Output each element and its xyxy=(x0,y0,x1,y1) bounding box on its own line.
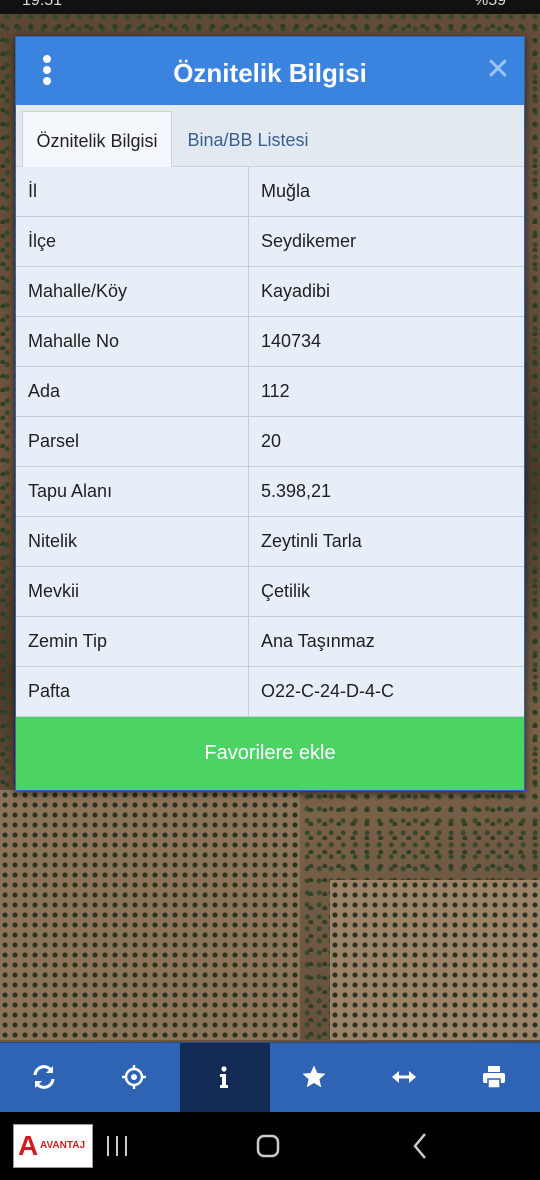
table-row: Mahalle No 140734 xyxy=(16,317,524,367)
attribute-value: Kayadibi xyxy=(261,281,331,301)
table-row: Mevkii Çetilik xyxy=(16,567,524,617)
tab-bar: Öznitelik Bilgisi Bina/BB Listesi xyxy=(16,105,524,167)
attribute-value: 112 xyxy=(261,381,290,401)
attribute-key: Pafta xyxy=(28,681,71,701)
tab-attribute-info[interactable]: Öznitelik Bilgisi xyxy=(22,111,172,167)
attribute-key: Mahalle/Köy xyxy=(28,281,128,301)
home-button[interactable] xyxy=(238,1126,298,1166)
map-field xyxy=(330,880,540,1040)
back-icon xyxy=(413,1133,426,1159)
recent-apps-icon xyxy=(107,1136,127,1156)
table-row: Parsel 20 xyxy=(16,417,524,467)
battery-level: %59 xyxy=(473,0,506,9)
attribute-key: Parsel xyxy=(28,431,80,451)
attribute-key: Nitelik xyxy=(28,531,78,551)
attribute-key: Mevkii xyxy=(28,581,80,601)
table-row: İl Muğla xyxy=(16,167,524,217)
column-divider xyxy=(248,517,249,566)
dialog-title: Öznitelik Bilgisi xyxy=(173,58,367,88)
print-button[interactable] xyxy=(450,1043,540,1113)
attribute-value: Muğla xyxy=(261,181,311,201)
column-divider xyxy=(248,617,249,666)
status-bar: 19:51 %59 xyxy=(0,0,540,14)
avantaj-logo: A AVANTAJ xyxy=(13,1124,93,1168)
add-favorite-button[interactable]: Favorilere ekle xyxy=(16,717,524,790)
system-nav-bar: A AVANTAJ xyxy=(0,1112,540,1180)
logo-mark: A xyxy=(18,1130,39,1161)
status-time: 19:51 xyxy=(22,0,63,9)
locate-button[interactable] xyxy=(90,1043,180,1113)
column-divider xyxy=(248,167,249,216)
measure-icon xyxy=(392,1071,416,1083)
column-divider xyxy=(248,217,249,266)
attribute-key: İl xyxy=(28,181,37,201)
locate-icon xyxy=(122,1065,146,1089)
column-divider xyxy=(248,667,249,716)
column-divider xyxy=(248,467,249,516)
info-button[interactable] xyxy=(180,1043,270,1113)
dialog-header: Öznitelik Bilgisi ✕ xyxy=(16,37,524,105)
close-icon[interactable]: ✕ xyxy=(484,55,512,85)
refresh-button[interactable] xyxy=(0,1043,90,1113)
attribute-key: Zemin Tip xyxy=(28,631,108,651)
attribute-value: O22-C-24-D-4-C xyxy=(261,681,395,701)
attribute-key: Mahalle No xyxy=(28,331,120,351)
info-icon xyxy=(220,1066,228,1088)
table-row: Pafta O22-C-24-D-4-C xyxy=(16,667,524,717)
column-divider xyxy=(248,367,249,416)
attribute-value: Seydikemer xyxy=(261,231,357,251)
column-divider xyxy=(248,267,249,316)
attribute-value: 140734 xyxy=(261,331,322,351)
map-field xyxy=(0,790,300,1040)
attribute-value: 20 xyxy=(261,431,282,451)
attribute-key: İlçe xyxy=(28,231,57,251)
attribute-dialog: Öznitelik Bilgisi ✕ Öznitelik Bilgisi Bi… xyxy=(15,36,525,791)
back-button[interactable] xyxy=(390,1126,450,1166)
print-icon xyxy=(483,1066,505,1089)
table-row: Ada 112 xyxy=(16,367,524,417)
measure-button[interactable] xyxy=(360,1043,450,1113)
table-row: Tapu Alanı 5.398,21 xyxy=(16,467,524,517)
attribute-value: Zeytinli Tarla xyxy=(261,531,362,551)
attribute-key: Ada xyxy=(28,381,61,401)
table-row: İlçe Seydikemer xyxy=(16,217,524,267)
column-divider xyxy=(248,317,249,366)
more-menu-icon[interactable] xyxy=(40,55,54,85)
attribute-value: Çetilik xyxy=(261,581,311,601)
star-icon xyxy=(302,1065,326,1088)
column-divider xyxy=(248,417,249,466)
favorites-button[interactable] xyxy=(270,1043,360,1113)
table-row: Zemin Tip Ana Taşınmaz xyxy=(16,617,524,667)
attribute-key: Tapu Alanı xyxy=(28,481,113,501)
table-row: Nitelik Zeytinli Tarla xyxy=(16,517,524,567)
home-icon xyxy=(256,1134,280,1158)
recent-apps-button[interactable] xyxy=(90,1126,150,1166)
attribute-value: Ana Taşınmaz xyxy=(261,631,375,651)
column-divider xyxy=(248,567,249,616)
attribute-value: 5.398,21 xyxy=(261,481,332,501)
refresh-icon xyxy=(33,1065,55,1089)
logo-text: AVANTAJ xyxy=(40,1140,85,1151)
tab-building-list[interactable]: Bina/BB Listesi xyxy=(178,111,318,167)
table-row: Mahalle/Köy Kayadibi xyxy=(16,267,524,317)
bottom-toolbar xyxy=(0,1042,540,1113)
